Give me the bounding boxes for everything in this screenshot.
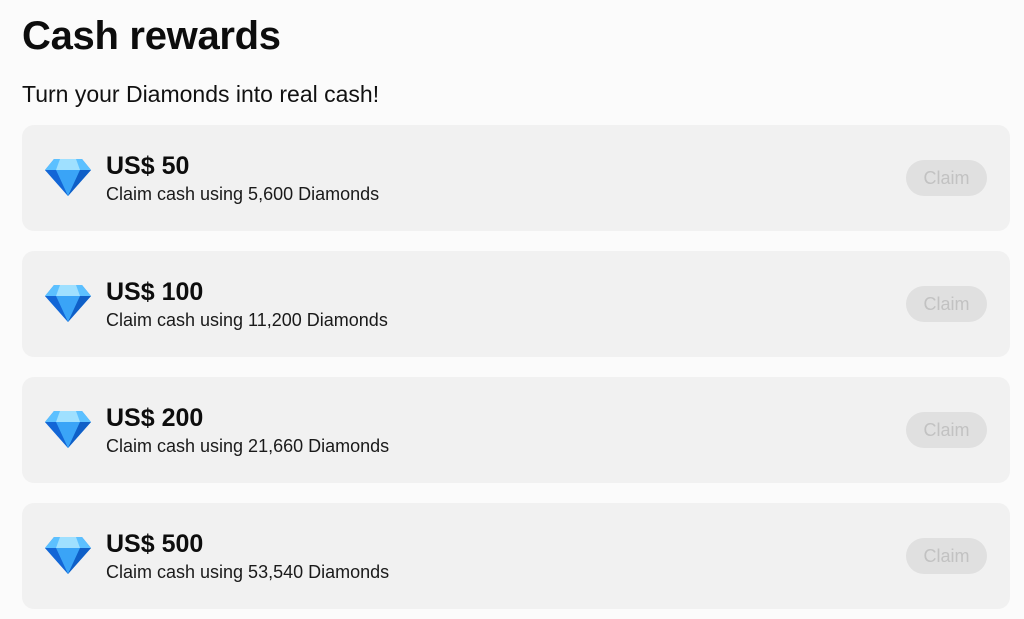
reward-amount: US$ 200: [106, 404, 204, 432]
claim-button[interactable]: Claim: [906, 538, 987, 574]
reward-description: Claim cash using 21,660 Diamonds: [106, 436, 390, 456]
claim-button[interactable]: Claim: [906, 160, 987, 196]
reward-amount: US$ 100: [106, 278, 204, 306]
reward-description: Claim cash using 11,200 Diamonds: [106, 310, 388, 330]
rewards-list: US$ 50 Claim cash using 5,600 Diamonds C…: [22, 125, 1010, 619]
reward-amount: US$ 500: [106, 530, 204, 558]
reward-description: Claim cash using 53,540 Diamonds: [106, 562, 390, 582]
page-title: Cash rewards: [22, 14, 281, 58]
diamond-icon: [45, 537, 91, 574]
diamond-icon: [45, 159, 91, 196]
reward-amount: US$ 50: [106, 152, 190, 180]
diamond-icon: [45, 285, 91, 322]
claim-button[interactable]: Claim: [906, 286, 987, 322]
reward-card: US$ 50 Claim cash using 5,600 Diamonds C…: [22, 125, 1010, 231]
reward-card: US$ 100 Claim cash using 11,200 Diamonds…: [22, 251, 1010, 357]
claim-button[interactable]: Claim: [906, 412, 987, 448]
page-subtitle: Turn your Diamonds into real cash!: [22, 81, 380, 107]
reward-card: US$ 500 Claim cash using 53,540 Diamonds…: [22, 503, 1010, 609]
diamond-icon: [45, 411, 91, 448]
reward-description: Claim cash using 5,600 Diamonds: [106, 184, 380, 204]
reward-card: US$ 200 Claim cash using 21,660 Diamonds…: [22, 377, 1010, 483]
cash-rewards-page: Cash rewards Turn your Diamonds into rea…: [0, 0, 1024, 619]
